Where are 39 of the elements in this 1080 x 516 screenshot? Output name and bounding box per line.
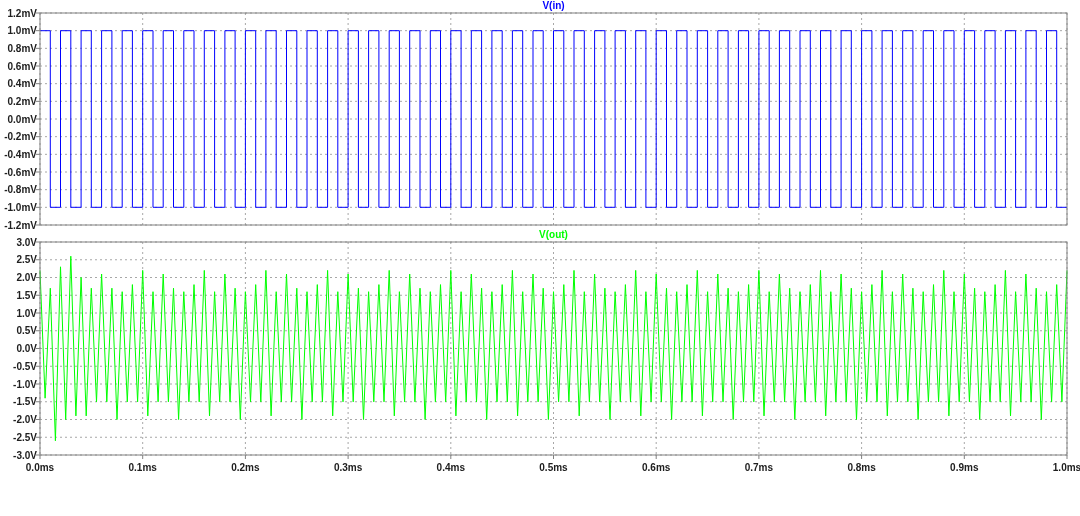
axis-label: 0.9ms bbox=[950, 462, 979, 473]
axis-label: -0.8mV bbox=[4, 184, 37, 196]
axis-label: 1.0mV bbox=[7, 25, 37, 37]
axis-label: 0.2ms bbox=[231, 462, 260, 473]
axis-label: -1.0mV bbox=[4, 201, 37, 213]
axis-label: 0.8ms bbox=[847, 462, 876, 473]
trace-label: V(out) bbox=[539, 230, 568, 240]
axis-label: 1.2mV bbox=[7, 7, 37, 19]
axis-label: 0.2mV bbox=[7, 95, 37, 107]
axis-label: 0.0ms bbox=[25, 462, 55, 473]
axis-label: -2.5V bbox=[13, 431, 37, 443]
axis-label: -2.0V bbox=[13, 414, 37, 425]
axis-label: -0.2mV bbox=[4, 131, 37, 143]
axis-label: -0.4mV bbox=[4, 148, 37, 160]
axis-label: -1.5V bbox=[13, 396, 37, 408]
axis-label: 0.0mV bbox=[7, 113, 37, 125]
axis-label: 0.8mV bbox=[7, 42, 37, 54]
axis-label: 0.7ms bbox=[744, 462, 774, 473]
axis-label: 0.5V bbox=[16, 325, 37, 337]
axis-label: -0.6mV bbox=[4, 166, 37, 178]
axis-label: 1.0ms bbox=[1052, 462, 1080, 473]
axis-label: 0.5ms bbox=[539, 462, 568, 473]
axis-label: 2.5V bbox=[16, 254, 37, 266]
axis-label: 0.0V bbox=[16, 343, 37, 354]
axis-label: 0.4mV bbox=[7, 78, 37, 90]
axis-label: -1.0V bbox=[13, 378, 37, 390]
axis-label: -3.0V bbox=[13, 449, 37, 461]
axis-label: 1.0V bbox=[16, 307, 37, 319]
axis-label: -1.2mV bbox=[4, 219, 37, 230]
axis-label: 1.5V bbox=[16, 289, 37, 301]
trace-label: V(in) bbox=[542, 0, 565, 11]
axis-label: 0.6ms bbox=[642, 462, 671, 473]
axis-label: 0.4ms bbox=[436, 462, 465, 473]
axis-label: 0.1ms bbox=[128, 462, 157, 473]
axis-label: -0.5V bbox=[13, 360, 37, 372]
axis-label: 0.3ms bbox=[333, 462, 363, 473]
axis-label: 3.0V bbox=[16, 236, 37, 248]
axis-label: 2.0V bbox=[16, 272, 37, 283]
axis-label: 0.6mV bbox=[7, 60, 37, 72]
